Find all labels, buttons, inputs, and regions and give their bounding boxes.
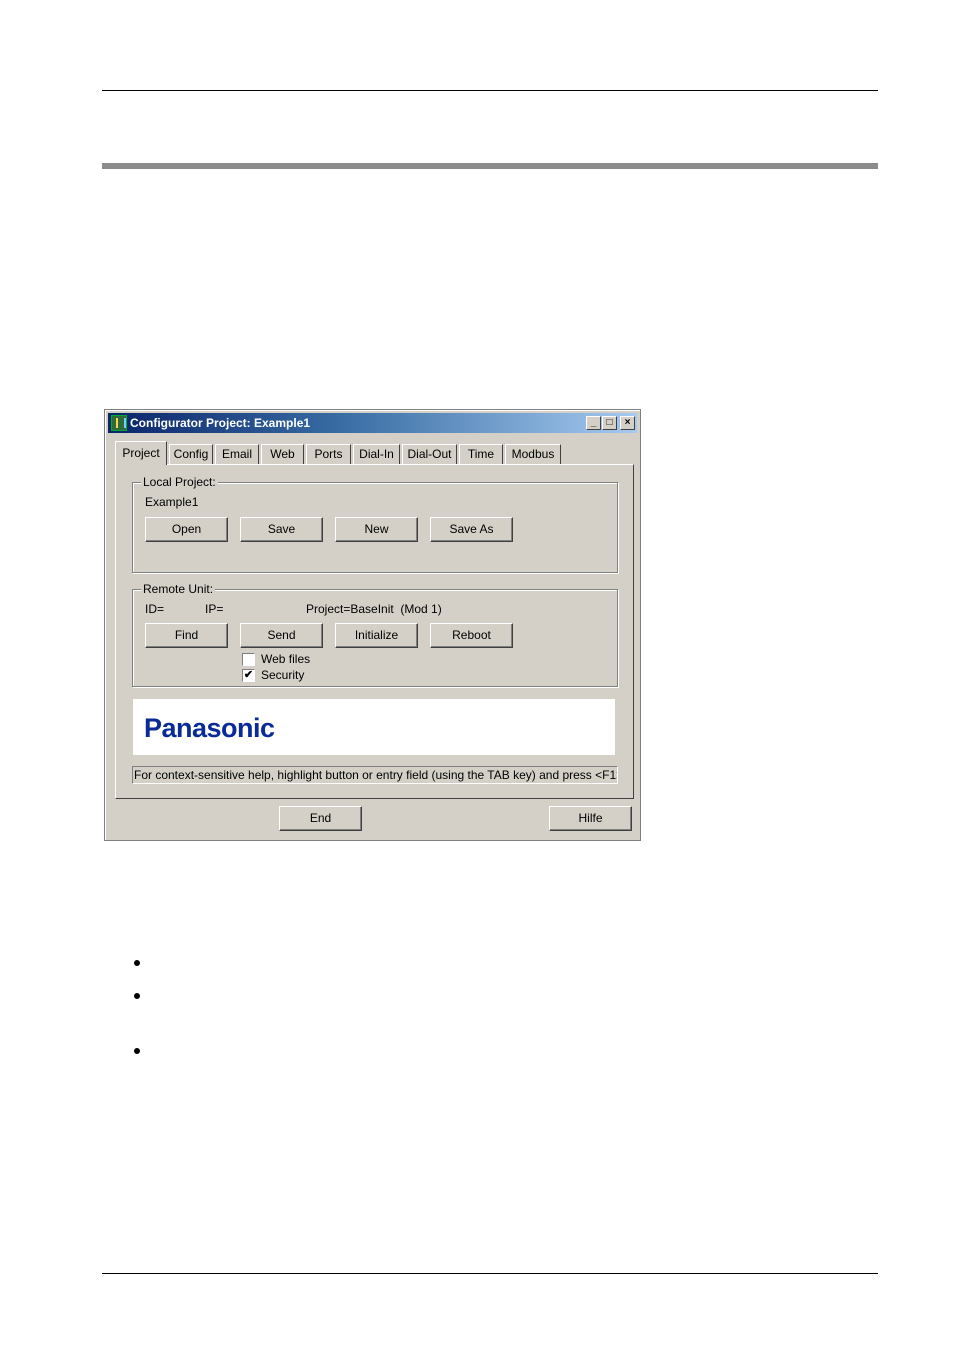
unit-id: ID= [145,602,165,616]
list-bullet [134,960,140,966]
tab-email[interactable]: Email [215,444,259,464]
local-project-group: Local Project: Example1 Open Save New Sa… [132,475,618,573]
close-button[interactable]: × [620,416,635,430]
title-bar[interactable]: Configurator Project: Example1 _ □ × [108,413,637,433]
tab-modbus[interactable]: Modbus [505,444,561,464]
tab-project[interactable]: Project [115,441,167,465]
configurator-window: Configurator Project: Example1 _ □ × Pro… [104,409,641,841]
initialize-button[interactable]: Initialize [335,623,418,648]
maximize-button[interactable]: □ [602,416,617,430]
security-checkbox[interactable]: ✔ [242,669,255,682]
window-title: Configurator Project: Example1 [130,416,311,430]
section-divider [102,163,878,169]
tab-strip: Project Config Email Web Ports Dial-In D… [115,441,635,465]
remote-unit-legend: Remote Unit: [141,582,216,596]
find-button[interactable]: Find [145,623,228,648]
security-label[interactable]: Security [261,668,304,682]
open-button[interactable]: Open [145,517,228,542]
end-button[interactable]: End [279,806,362,831]
help-hint: For context-sensitive help, highlight bu… [132,766,618,784]
send-button[interactable]: Send [240,623,323,648]
web-files-checkbox[interactable] [242,653,255,666]
local-project-legend: Local Project: [141,475,218,489]
footer-rule [102,1273,878,1274]
tab-config[interactable]: Config [169,444,213,464]
unit-ip: IP= [205,602,224,616]
help-button[interactable]: Hilfe [549,806,632,831]
project-tab-panel: Local Project: Example1 Open Save New Sa… [115,464,634,799]
tab-time[interactable]: Time [459,444,503,464]
app-icon [111,415,127,431]
web-files-label[interactable]: Web files [261,652,310,666]
save-button[interactable]: Save [240,517,323,542]
unit-project: Project=BaseInit (Mod 1) [306,602,442,616]
tab-dial-in[interactable]: Dial-In [353,444,400,464]
panasonic-logo: Panasonic [144,713,275,743]
remote-unit-group: Remote Unit: ID= IP= Project=BaseInit (M… [132,582,618,687]
minimize-button[interactable]: _ [586,416,601,430]
logo-panel: Panasonic [133,699,615,755]
header-rule [102,90,878,91]
reboot-button[interactable]: Reboot [430,623,513,648]
tab-web[interactable]: Web [261,444,304,464]
tab-dial-out[interactable]: Dial-Out [402,444,457,464]
new-button[interactable]: New [335,517,418,542]
save-as-button[interactable]: Save As [430,517,513,542]
list-bullet [134,1048,140,1054]
list-bullet [134,993,140,999]
tab-ports[interactable]: Ports [306,444,351,464]
project-name: Example1 [145,495,199,509]
